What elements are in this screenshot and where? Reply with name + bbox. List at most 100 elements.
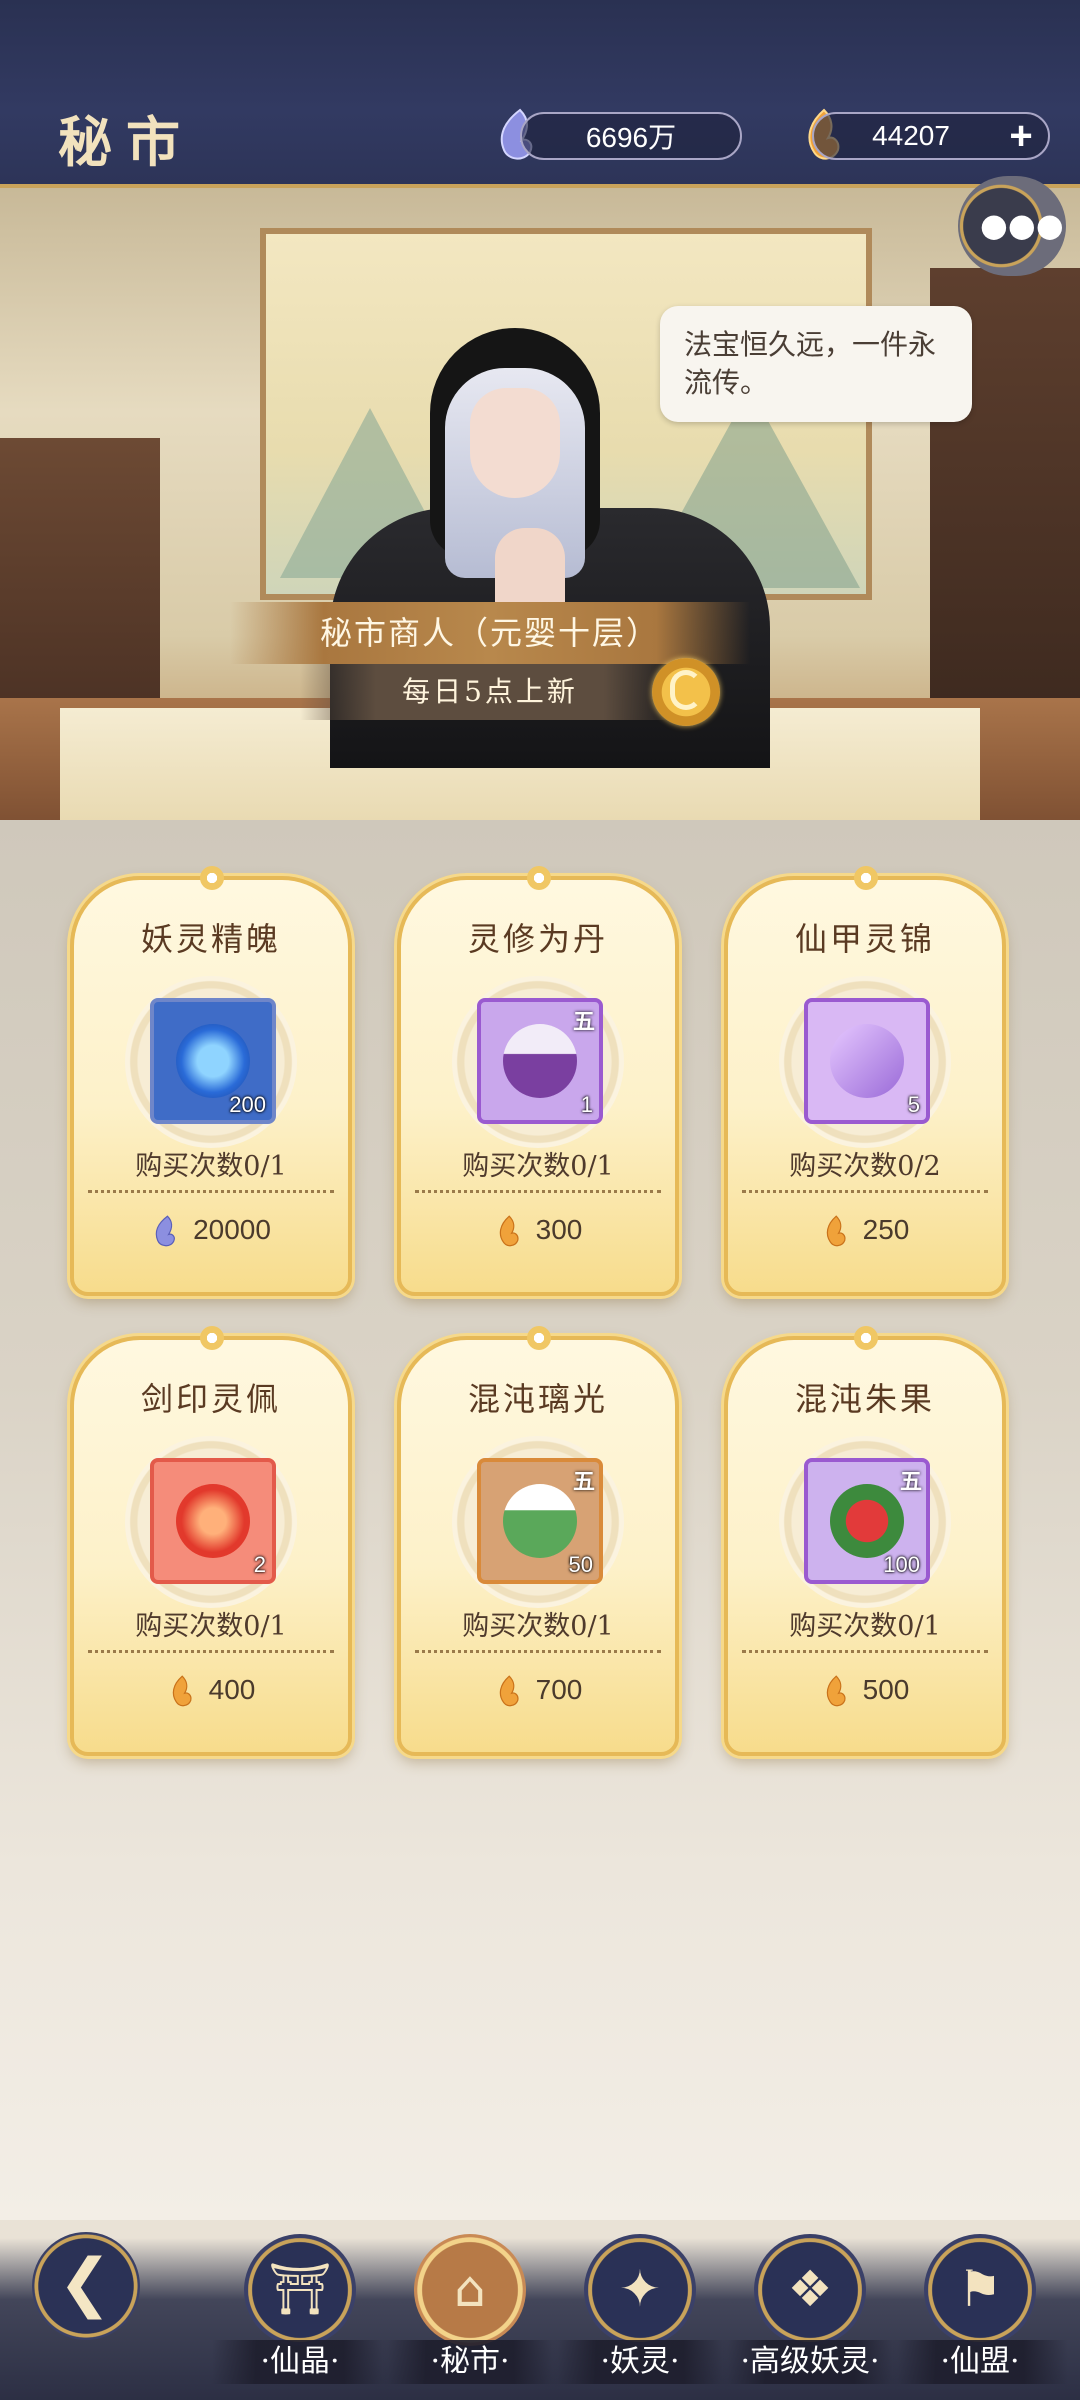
item-grade: 五	[572, 1009, 595, 1035]
item-quantity: 1	[580, 1092, 593, 1117]
purchase-limit: 购买次数0/1	[789, 1611, 941, 1642]
shop-item-card[interactable]: 混沌朱果 五 100 购买次数0/1 500	[724, 1326, 1006, 1756]
refresh-note: 每日5点上新	[300, 664, 680, 720]
fox-spirit-icon: ✦	[619, 2260, 661, 2318]
nav-tab-label: ·秘市·	[382, 2340, 558, 2384]
shop-item-card[interactable]: 剑印灵佩 2 购买次数0/1 400	[70, 1326, 352, 1756]
item-price[interactable]: 250	[728, 1214, 1002, 1249]
item-quantity: 100	[883, 1552, 920, 1577]
nav-tab-xianjing[interactable]: ⛩ ·仙晶·	[212, 2226, 388, 2400]
item-grade: 五	[899, 1469, 922, 1495]
price-value: 500	[862, 1674, 910, 1705]
shop-item-card[interactable]: 灵修为丹 五 1 购买次数0/1 300	[397, 866, 679, 1296]
top-bar: 秘市 6696万 44207 +	[0, 0, 1080, 188]
card-gem	[527, 866, 551, 890]
purchase-limit: 购买次数0/1	[462, 1151, 614, 1182]
item-artwork	[176, 1484, 250, 1558]
item-artwork	[176, 1024, 250, 1098]
item-artwork	[830, 1024, 904, 1098]
flame-crystal-icon	[826, 1674, 846, 1706]
card-divider	[88, 1190, 334, 1193]
merchant-scene	[0, 188, 1080, 828]
card-divider	[88, 1650, 334, 1653]
item-icon[interactable]: 200	[150, 998, 276, 1124]
page-title: 秘市	[58, 110, 194, 174]
item-icon[interactable]: 五 100	[804, 1458, 930, 1584]
spirit-jade-balance: 6696万	[520, 112, 742, 160]
scene-shelf	[0, 438, 160, 718]
price-value: 250	[862, 1214, 910, 1245]
nav-tab-label: ·妖灵·	[552, 2340, 728, 2384]
price-value: 700	[535, 1674, 583, 1705]
price-value: 400	[208, 1674, 256, 1705]
purchase-limit: 购买次数0/1	[135, 1611, 287, 1642]
price-value: 20000	[193, 1214, 271, 1245]
spirit-jade-value: 6696万	[585, 122, 677, 153]
card-gem	[527, 1326, 551, 1350]
nav-tab-xianmeng[interactable]: ⚑ ·仙盟·	[892, 2226, 1068, 2400]
back-arrow-icon: ❮	[58, 2246, 112, 2320]
item-name: 妖灵精魄	[140, 920, 281, 958]
flame-crystal-icon	[172, 1674, 192, 1706]
pavilion-icon: ⛩	[268, 2260, 332, 2318]
item-quantity: 200	[229, 1092, 266, 1117]
item-name: 混沌朱果	[794, 1380, 935, 1418]
item-price[interactable]: 400	[74, 1674, 348, 1709]
item-icon[interactable]: 五 1	[477, 998, 603, 1124]
flame-crystal-icon	[826, 1214, 846, 1246]
back-button[interactable]: ❮	[32, 2232, 140, 2340]
card-divider	[742, 1190, 988, 1193]
dragon-spirit-icon: ❖	[787, 2260, 833, 2318]
item-price[interactable]: 300	[401, 1214, 675, 1249]
item-name: 剑印灵佩	[140, 1380, 281, 1418]
item-artwork	[503, 1484, 577, 1558]
item-quantity: 50	[568, 1552, 593, 1577]
item-price[interactable]: 20000	[74, 1214, 348, 1249]
nav-tab-label: ·高级妖灵·	[722, 2340, 898, 2384]
item-name: 仙甲灵锦	[794, 920, 935, 958]
item-icon[interactable]: 五 50	[477, 1458, 603, 1584]
refresh-icon[interactable]	[652, 658, 720, 726]
flame-crystal-icon	[499, 1214, 519, 1246]
shop-item-card[interactable]: 仙甲灵锦 5 购买次数0/2 250	[724, 866, 1006, 1296]
purchase-limit: 购买次数0/2	[789, 1151, 941, 1182]
purchase-limit: 购买次数0/1	[135, 1151, 287, 1182]
chat-button[interactable]: ●●●	[958, 176, 1066, 276]
card-divider	[415, 1650, 661, 1653]
chat-bubble-icon: ●●●	[980, 206, 1064, 244]
flame-crystal-value: 44207	[872, 120, 950, 151]
item-artwork	[503, 1024, 577, 1098]
item-price[interactable]: 500	[728, 1674, 1002, 1709]
merchant-name: 秘市商人（元婴十层）	[230, 602, 750, 664]
card-gem	[854, 866, 878, 890]
item-name: 混沌璃光	[467, 1380, 608, 1418]
flame-crystal-icon	[499, 1674, 519, 1706]
spirit-jade-icon	[155, 1215, 175, 1246]
item-icon[interactable]: 5	[804, 998, 930, 1124]
item-price[interactable]: 700	[401, 1674, 675, 1709]
item-grade: 五	[572, 1469, 595, 1495]
nav-tab-yaoling[interactable]: ✦ ·妖灵·	[552, 2226, 728, 2400]
shop-item-card[interactable]: 妖灵精魄 200 购买次数0/1 20000	[70, 866, 352, 1296]
nav-tab-advanced-yaoling[interactable]: ❖ ·高级妖灵·	[722, 2226, 898, 2400]
card-gem	[200, 1326, 224, 1350]
alliance-icon: ⚑	[957, 2260, 1003, 2318]
item-artwork	[830, 1484, 904, 1558]
market-stall-icon: ⌂	[454, 2260, 486, 2318]
item-quantity: 5	[907, 1092, 920, 1117]
item-icon[interactable]: 2	[150, 1458, 276, 1584]
card-divider	[742, 1650, 988, 1653]
card-gem	[854, 1326, 878, 1350]
price-value: 300	[535, 1214, 583, 1245]
card-divider	[415, 1190, 661, 1193]
add-currency-button[interactable]: +	[1002, 116, 1040, 156]
shop-item-card[interactable]: 混沌璃光 五 50 购买次数0/1 700	[397, 1326, 679, 1756]
nav-tab-mishi[interactable]: ⌂ ·秘市·	[382, 2226, 558, 2400]
item-name: 灵修为丹	[467, 920, 608, 958]
nav-tab-label: ·仙盟·	[892, 2340, 1068, 2384]
nav-tab-label: ·仙晶·	[212, 2340, 388, 2384]
card-gem	[200, 866, 224, 890]
purchase-limit: 购买次数0/1	[462, 1611, 614, 1642]
item-quantity: 2	[253, 1552, 266, 1577]
merchant-speech-bubble: 法宝恒久远，一件永流传。	[660, 306, 972, 422]
